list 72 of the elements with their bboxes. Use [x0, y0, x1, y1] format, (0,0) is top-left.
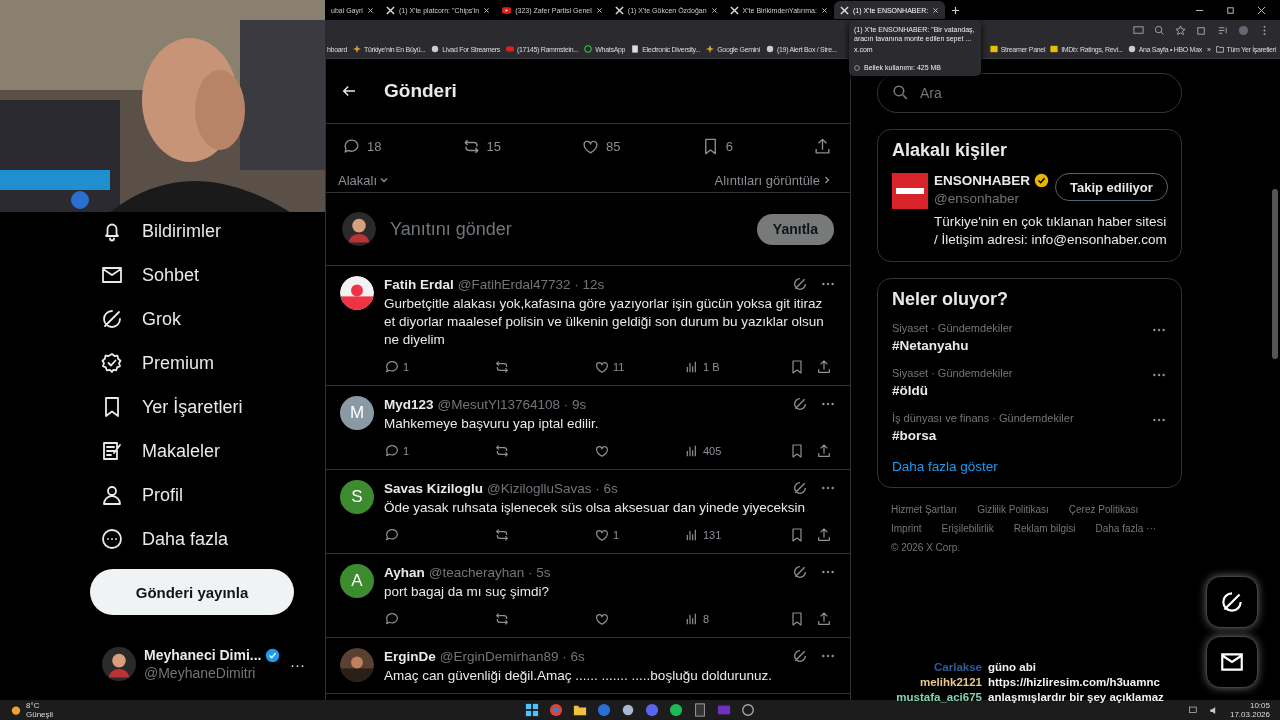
stat-button[interactable]: 85 — [581, 136, 621, 156]
action-button[interactable]: 11 — [594, 357, 684, 377]
reply-text: Mahkemeye başvuru yap iptal edilir. — [384, 415, 600, 433]
stat-button[interactable]: 15 — [461, 136, 501, 156]
footer-link[interactable]: Gizlilik Politikası — [977, 504, 1049, 515]
nav-item[interactable]: Makaleler — [100, 429, 325, 473]
author-handle: @FatihErdal47732 · 12s — [457, 276, 605, 292]
nav-item[interactable]: Yer İşaretleri — [100, 385, 325, 429]
footer-link[interactable]: Çerez Politikası — [1068, 504, 1139, 515]
action-button[interactable]: 1 — [594, 525, 684, 545]
card-title: Alakalı kişiler — [892, 140, 1009, 161]
avatar: S — [340, 480, 374, 514]
more-button[interactable]: ··· — [290, 655, 305, 673]
account-handle: @MeyhaneDimitri — [144, 665, 257, 681]
stat-button[interactable]: 18 — [342, 136, 382, 156]
reply-text: Gurbetçitle alakası yok,kafasına göre yazıyorlar işin gücün yoksa git itiraz et diyorlar maalesef polisin ve ülkenin geldiği son durum bu yazıklar olsun ne diyelim — [384, 295, 825, 349]
account-name[interactable]: ENSONHABER — [934, 173, 1030, 188]
sort-dropdown[interactable]: Alakalı — [338, 172, 390, 188]
account-handle: @ensonhaber — [934, 191, 1020, 206]
author-handle: @teacherayhan · 5s — [428, 564, 551, 580]
avatar: A — [340, 564, 374, 598]
clock-date: 17.03.2026 — [1229, 710, 1270, 719]
trend-item[interactable]: Siyaset · Gündemdekiler #Netanyahu — [892, 322, 1167, 353]
footer-link[interactable]: Erişilebilirlik — [941, 523, 994, 534]
author-name[interactable]: Myd123 — [384, 396, 434, 412]
stat-button[interactable]: 6 — [700, 136, 733, 156]
post-button[interactable]: Gönderi yayınla — [90, 569, 294, 615]
author-name[interactable]: Fatih Erdal — [384, 276, 454, 292]
clock-time: 10:05 — [1249, 701, 1270, 710]
temperature: 8°C — [26, 701, 41, 710]
action-button[interactable]: 1 — [384, 357, 494, 377]
action-button[interactable]: 1 B — [684, 357, 789, 377]
avatar: M — [340, 396, 374, 430]
footer-link[interactable]: Daha fazla ··· — [1095, 523, 1157, 534]
author-name[interactable]: ErginDe — [384, 648, 436, 664]
reply-text: Amaç can güvenliği değil.Amaç ...... ....... .....boşluğu doldurunuz. — [384, 667, 773, 685]
copyright: © 2026 X Corp. — [891, 542, 961, 553]
trend-item[interactable]: İş dünyası ve finans · Gündemdekiler #borsa — [892, 412, 1167, 443]
action-button[interactable]: 131 — [684, 525, 789, 545]
nav-item[interactable]: Daha fazla — [100, 517, 325, 561]
nav-item[interactable]: Premium — [100, 341, 325, 385]
footer-link[interactable]: Hizmet Şartları — [891, 504, 958, 515]
author-name[interactable]: Savas Kiziloglu — [384, 480, 484, 496]
trend-item[interactable]: Siyaset · Gündemdekiler #öldü — [892, 367, 1167, 398]
chat-message: anlaşmışlardır bir şey açıklamaz — [988, 691, 1164, 703]
chat-username: Carlakse — [933, 661, 982, 673]
action-button[interactable]: 8 — [684, 609, 789, 629]
view-quotes-link[interactable]: Alıntıları görüntüle — [714, 172, 832, 188]
account-name: Meyhaneci Dimi... — [144, 647, 262, 663]
weather-label: Güneşli — [26, 710, 54, 719]
footer-link[interactable]: Reklam bilgisi — [1013, 523, 1076, 534]
reply-text: Öde yasak ruhsata işlenecek süs olsa aksesuar dan yinede yiyeceksin — [384, 499, 806, 517]
nav-item[interactable]: Sohbet — [100, 253, 325, 297]
footer-link[interactable]: Imprint — [891, 523, 922, 534]
action-button[interactable]: 405 — [684, 441, 789, 461]
author-handle: @MesutYl13764108 · 9s — [437, 396, 587, 412]
chat-message: güno abi — [988, 661, 1036, 673]
show-more-link[interactable]: Daha fazla göster — [892, 459, 998, 474]
author-handle: @ErginDemirhan89 · 6s — [439, 648, 585, 664]
nav-item[interactable]: Profil — [100, 473, 325, 517]
nav-item[interactable]: Grok — [100, 297, 325, 341]
action-button[interactable]: 1 — [384, 441, 494, 461]
author-handle: @KiziloglluSavas · 6s — [487, 480, 618, 496]
page-title: Gönderi — [384, 80, 457, 102]
account-bio: Türkiye'nin en çok tıklanan haber sitesi / İletişim adresi: info@ensonhaber.com — [934, 213, 1167, 249]
chat-username: mustafa_aci675 — [895, 691, 982, 703]
author-name[interactable]: Ayhan — [384, 564, 425, 580]
chat-message: https://hizliresim.com/h3uamnc — [988, 676, 1160, 688]
chat-username: melihk2121 — [919, 676, 982, 688]
reply-text: port bagaj da mı suç şimdi? — [384, 583, 551, 601]
card-title: Neler oluyor? — [892, 289, 1010, 310]
nav-item[interactable]: Bildirimler — [100, 209, 325, 253]
